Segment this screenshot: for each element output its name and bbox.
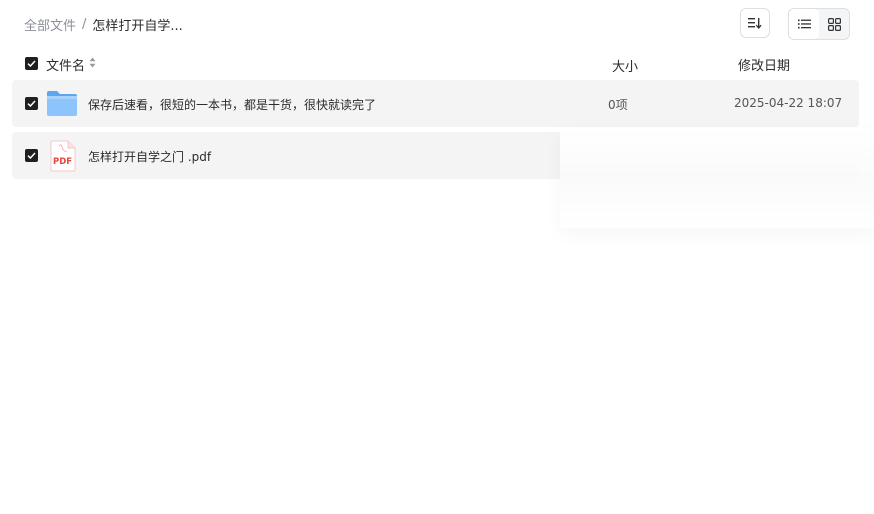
breadcrumb-current: 怎样打开自学...: [92, 18, 183, 34]
pdf-file-icon: PDF: [50, 140, 76, 172]
column-name-label: 文件名: [46, 59, 86, 74]
file-date: 2025-04-22 18:07: [734, 96, 843, 110]
sort-button[interactable]: [740, 8, 770, 38]
grid-view-button[interactable]: [819, 9, 849, 39]
pdf-icon-label: PDF: [53, 157, 72, 167]
file-browser-page: 全部文件 / 怎样打开自学... 文件名 大小 修改日期 保存后速看，很短的一本…: [0, 0, 874, 514]
column-size-header: 大小: [612, 60, 639, 75]
checkmark-icon: [27, 152, 36, 159]
select-all-checkbox[interactable]: [25, 57, 38, 70]
folder-icon: [47, 91, 77, 116]
table-header: 文件名 大小 修改日期: [0, 52, 874, 76]
file-name[interactable]: 怎样打开自学之门 .pdf: [88, 148, 211, 165]
list-view-button[interactable]: [789, 9, 819, 39]
column-date-header: 修改日期: [738, 59, 791, 74]
file-name[interactable]: 保存后速看，很短的一本书，都是干货，很快就读完了: [88, 96, 376, 113]
checkmark-icon: [27, 100, 36, 107]
row-checkbox[interactable]: [25, 97, 38, 110]
row-checkbox[interactable]: [25, 149, 38, 162]
column-name-header[interactable]: 文件名: [46, 55, 96, 74]
breadcrumb-separator: /: [82, 16, 87, 32]
breadcrumb: 全部文件 / 怎样打开自学...: [24, 14, 183, 34]
view-toggle: [788, 8, 850, 40]
sort-arrows-icon[interactable]: [89, 57, 96, 72]
table-row[interactable]: 保存后速看，很短的一本书，都是干货，很快就读完了 0项 2025-04-22 1…: [12, 80, 859, 127]
sort-list-icon: [748, 18, 762, 29]
hover-overlay: [560, 128, 874, 228]
breadcrumb-root-link[interactable]: 全部文件: [24, 15, 76, 34]
list-view-icon: [797, 19, 811, 29]
checkmark-icon: [27, 60, 36, 67]
grid-view-icon: [827, 17, 841, 31]
file-size: 0项: [608, 98, 628, 112]
